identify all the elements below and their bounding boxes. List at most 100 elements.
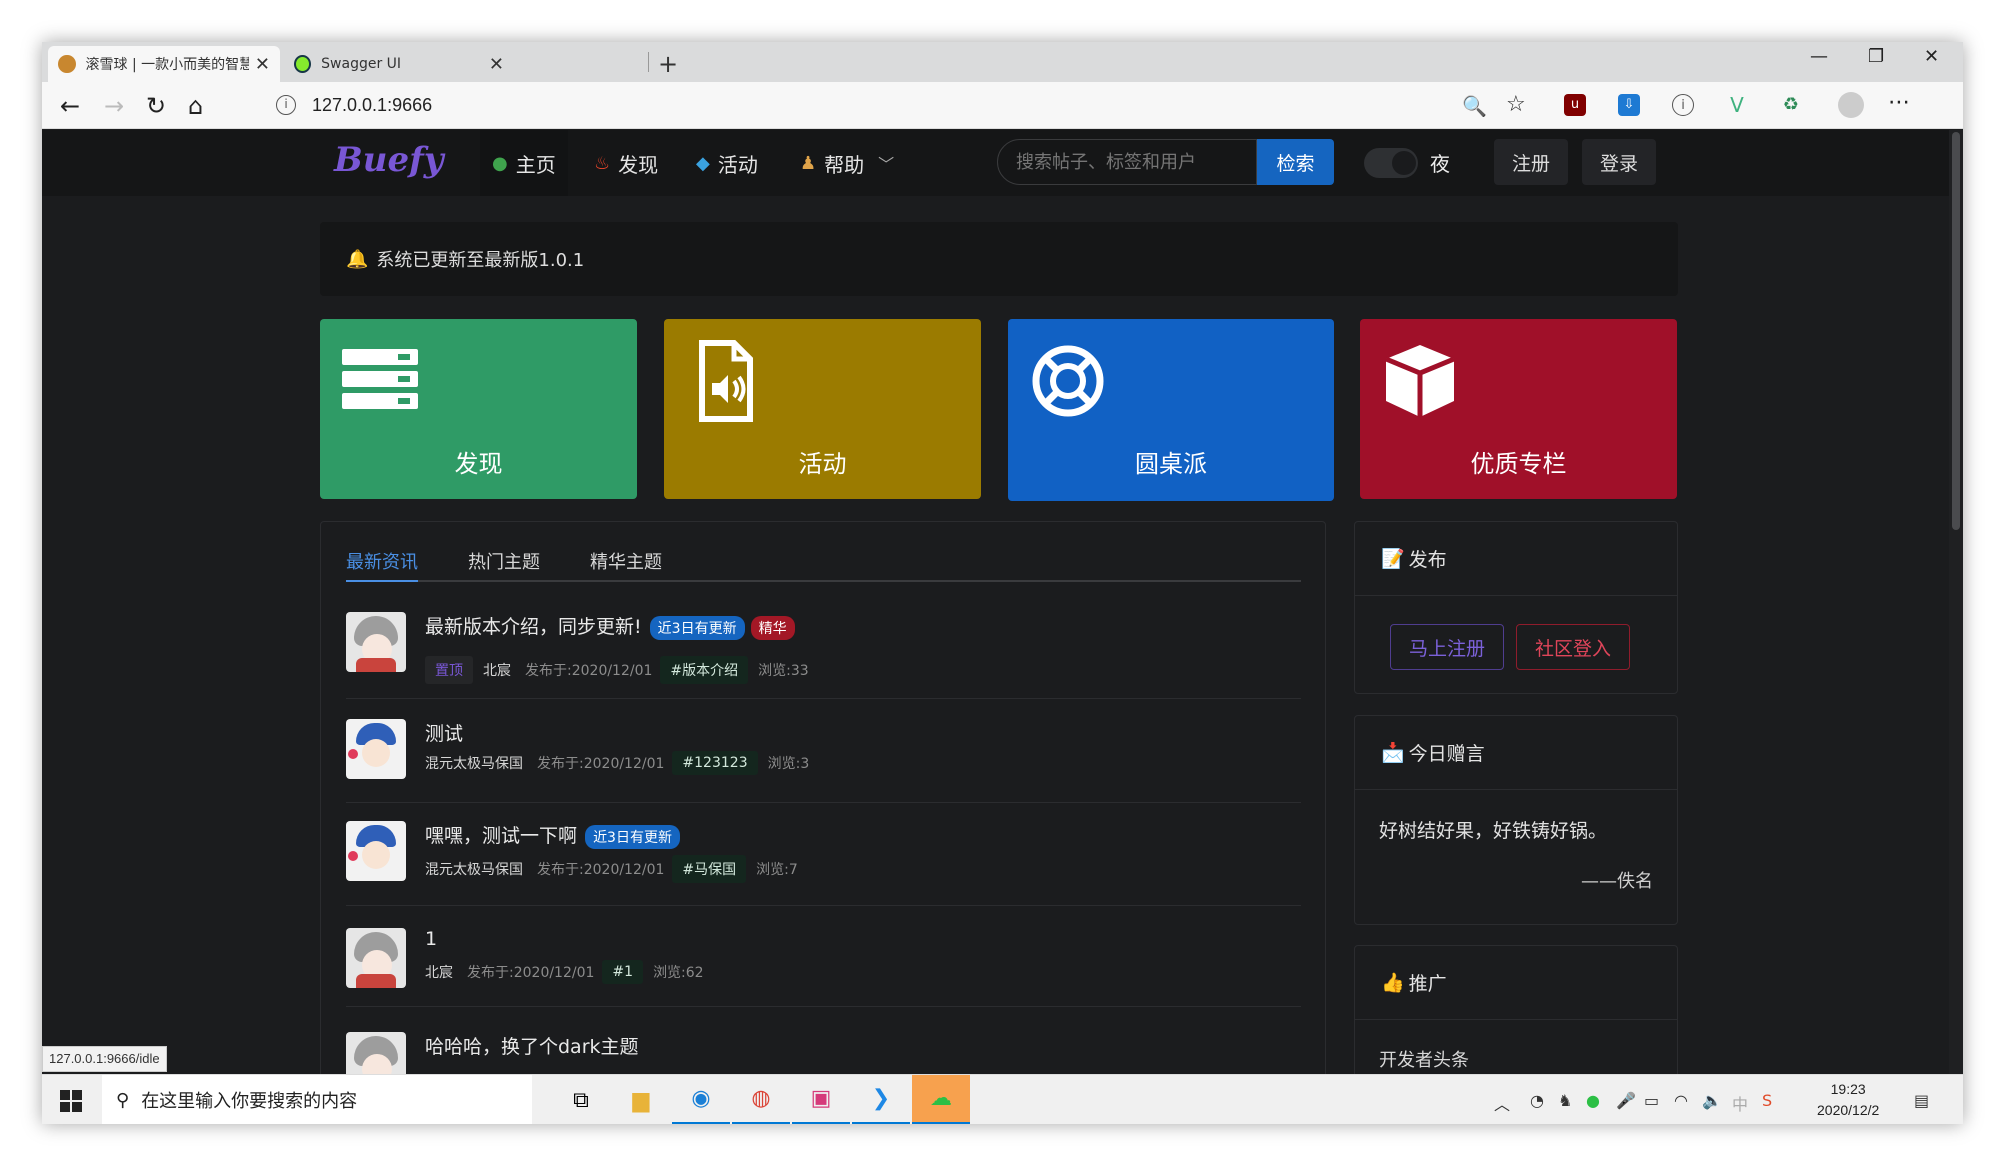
post-tag[interactable]: #1 [602, 960, 644, 984]
tab-snowball[interactable]: 滚雪球 | 一款小而美的智慧社区系 ✕ [48, 46, 280, 82]
wechat-tray-icon[interactable]: ● [1586, 1091, 1600, 1110]
updated-badge: 近3日有更新 [585, 824, 680, 849]
input-method-icon[interactable]: 中 [1732, 1091, 1748, 1115]
post-title[interactable]: 测试 [425, 719, 463, 746]
extension-icon[interactable]: i [1672, 94, 1694, 116]
back-icon[interactable]: ← [60, 92, 80, 120]
card-columns[interactable]: 优质专栏 [1360, 319, 1677, 499]
tray-app-icon[interactable]: ◔ [1530, 1091, 1544, 1110]
ublock-icon[interactable]: u [1564, 94, 1586, 116]
brand-logo[interactable]: Buefy [334, 140, 443, 180]
windows-start-icon[interactable] [60, 1090, 82, 1112]
refresh-icon[interactable]: ↻ [146, 92, 166, 120]
minimize-icon[interactable]: — [1810, 46, 1828, 67]
site-navbar: Buefy ● 主页 ♨ 发现 ◆ 活动 ♟ 帮助 ﹀ 检索 夜 注册 [42, 130, 1963, 196]
post-author[interactable]: 混元太极马保国 [425, 859, 523, 879]
card-discover[interactable]: 发现 [320, 319, 637, 499]
info-icon[interactable]: i [276, 95, 296, 115]
battery-icon[interactable]: ▭ [1644, 1091, 1659, 1110]
wifi-icon[interactable]: ◠ [1674, 1091, 1688, 1110]
post-item[interactable]: 最新版本介绍，同步更新! 近3日有更新 精华 置顶 北宸 发布于:2020/12… [346, 612, 1301, 699]
register-button[interactable]: 注册 [1494, 139, 1569, 185]
chevron-down-icon: ﹀ [878, 155, 895, 174]
tab-featured[interactable]: 精华主题 [590, 548, 662, 580]
post-item[interactable]: 1 北宸 发布于:2020/12/01 #1 浏览:62 [346, 928, 1301, 1007]
post-tag[interactable]: #版本介绍 [660, 656, 749, 684]
post-title-text: 1 [425, 928, 438, 950]
update-notice: 🔔 系统已更新至最新版1.0.1 [320, 222, 1678, 296]
restore-icon[interactable]: ❐ [1868, 46, 1884, 67]
signup-now-button[interactable]: 马上注册 [1390, 624, 1505, 670]
vue-devtools-icon[interactable]: V [1726, 94, 1748, 116]
post-title[interactable]: 1 [425, 928, 437, 950]
avatar[interactable] [346, 928, 406, 988]
qq-icon[interactable]: ♞ [1558, 1091, 1572, 1110]
post-tag[interactable]: #123123 [672, 751, 758, 775]
favorite-star-icon[interactable]: ☆ [1506, 92, 1526, 117]
close-window-icon[interactable]: ✕ [1924, 46, 1939, 67]
community-login-button[interactable]: 社区登入 [1516, 624, 1631, 670]
volume-icon[interactable]: 🔈 [1702, 1091, 1722, 1110]
taskbar-search-text: 在这里输入你要搜索的内容 [141, 1091, 358, 1112]
profile-avatar[interactable] [1838, 92, 1864, 118]
nav-label: 发现 [618, 152, 659, 177]
nav-discover[interactable]: ♨ 发现 [582, 130, 670, 196]
page-scrollbar[interactable] [1949, 130, 1963, 1074]
avatar[interactable] [346, 821, 406, 881]
key-icon[interactable]: 🔍 [1462, 94, 1487, 118]
extension-icon[interactable]: ♻ [1780, 94, 1802, 116]
forward-icon[interactable]: → [104, 92, 124, 120]
status-url-tooltip: 127.0.0.1:9666/idle [42, 1046, 167, 1072]
post-author[interactable]: 北宸 [425, 962, 453, 982]
intellij-icon[interactable]: ▣ [792, 1075, 850, 1124]
card-roundtable[interactable]: 圆桌派 [1008, 319, 1334, 501]
login-button[interactable]: 登录 [1582, 139, 1657, 185]
card-label: 活动 [798, 450, 847, 478]
tab-hot[interactable]: 热门主题 [468, 548, 540, 580]
notification-icon[interactable]: ▤ [1914, 1091, 1929, 1110]
post-views: 浏览:7 [756, 862, 798, 878]
nav-activity[interactable]: ◆ 活动 [684, 130, 770, 196]
sogou-icon[interactable]: S [1762, 1091, 1772, 1110]
promo-item[interactable]: 开发者头条 [1355, 1020, 1677, 1072]
post-title[interactable]: 哈哈哈，换了个dark主题 [425, 1032, 639, 1059]
tab-swagger[interactable]: Swagger UI ✕ [284, 46, 514, 82]
post-item[interactable]: 哈哈哈，换了个dark主题 [346, 1032, 1301, 1074]
avatar[interactable] [346, 612, 406, 672]
home-icon[interactable]: ⌂ [188, 92, 203, 120]
wechat-icon[interactable]: ☁ [912, 1075, 970, 1124]
microphone-icon[interactable]: 🎤 [1616, 1091, 1636, 1110]
avatar[interactable] [346, 1032, 406, 1074]
cookie-icon [58, 55, 76, 73]
post-item[interactable]: 嘿嘿，测试一下啊 近3日有更新 混元太极马保国 发布于:2020/12/01 #… [346, 821, 1301, 906]
avatar[interactable] [346, 719, 406, 779]
post-author[interactable]: 北宸 [483, 660, 511, 680]
post-item[interactable]: 测试 混元太极马保国 发布于:2020/12/01 #123123 浏览:3 [346, 719, 1301, 803]
vscode-icon[interactable]: ❯ [852, 1075, 910, 1124]
card-activity[interactable]: 活动 [664, 319, 981, 499]
edge-icon[interactable]: ◉ [672, 1075, 730, 1124]
search-button[interactable]: 检索 [1257, 139, 1334, 185]
post-title[interactable]: 最新版本介绍，同步更新! 近3日有更新 精华 [425, 612, 795, 640]
close-icon[interactable]: ✕ [255, 54, 270, 75]
night-mode-toggle[interactable] [1364, 148, 1418, 178]
task-view-icon[interactable]: ⧉ [552, 1075, 610, 1124]
taskbar-search[interactable]: ⚲ 在这里输入你要搜索的内容 [102, 1075, 532, 1124]
chevron-up-icon[interactable]: ︿ [1494, 1091, 1510, 1115]
close-icon[interactable]: ✕ [489, 54, 504, 75]
post-tag[interactable]: #马保国 [672, 855, 747, 883]
new-tab-button[interactable]: + [658, 50, 678, 78]
more-icon[interactable]: ⋯ [1888, 90, 1910, 115]
file-explorer-icon[interactable]: ▆ [612, 1075, 670, 1124]
post-title[interactable]: 嘿嘿，测试一下啊 近3日有更新 [425, 821, 680, 849]
search-input[interactable] [997, 139, 1257, 185]
tab-latest[interactable]: 最新资讯 [346, 548, 418, 582]
url-field[interactable]: i 127.0.0.1:9666 [276, 88, 1476, 122]
chrome-icon[interactable]: ◍ [732, 1075, 790, 1124]
post-author[interactable]: 混元太极马保国 [425, 753, 523, 773]
nav-help[interactable]: ♟ 帮助 ﹀ [788, 130, 906, 196]
taskbar-clock[interactable]: 19:23 2020/12/2 [1817, 1079, 1879, 1121]
extension-icon[interactable]: ⇩ [1618, 94, 1640, 116]
nav-home[interactable]: ● 主页 [480, 130, 568, 196]
scrollbar-thumb[interactable] [1952, 132, 1960, 530]
